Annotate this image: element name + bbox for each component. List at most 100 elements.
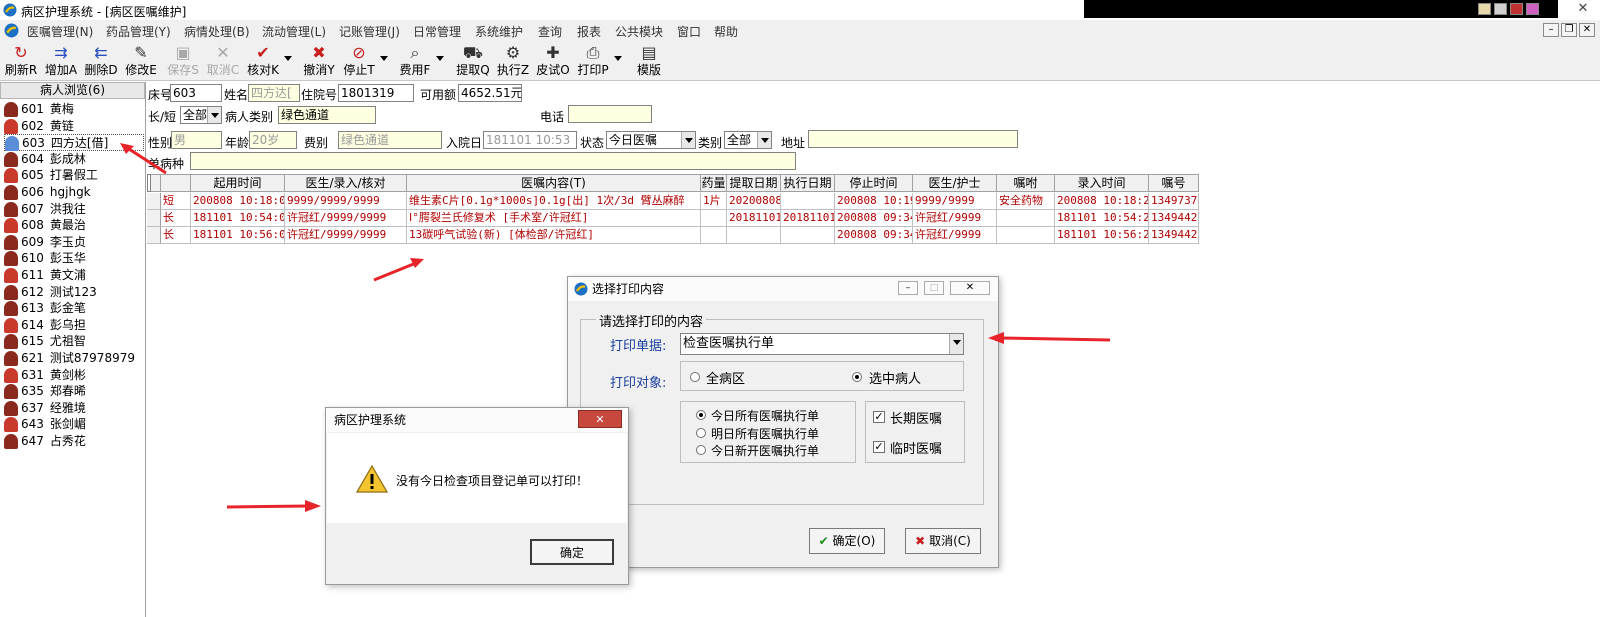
patient-item[interactable]: 601 黄梅 [4, 101, 144, 118]
target-all-radio[interactable] [690, 372, 700, 382]
order-cell[interactable]: 长 [161, 227, 191, 244]
mdi-close-icon[interactable]: ✕ [1579, 23, 1595, 37]
print-cancel-button[interactable]: ✖ 取消(C) [905, 528, 981, 554]
column-header[interactable]: 嘱号 [1149, 174, 1199, 192]
cancel-button[interactable]: ✕ 取消C [206, 43, 240, 79]
order-cell[interactable]: 长 [161, 210, 191, 227]
menu-daily[interactable]: 日常管理 [413, 23, 461, 40]
order-cell[interactable]: 许冠红/9999/9999 [285, 210, 407, 227]
order-cell[interactable]: 13494422 [1149, 227, 1199, 244]
order-cell[interactable]: 9999/9999/9999 [285, 193, 407, 210]
modify-button[interactable]: ✎ 修改E [124, 43, 158, 79]
patient-type-field[interactable]: 绿色通道 [278, 106, 376, 124]
check-button[interactable]: ✔ 核对K [246, 43, 292, 79]
column-header[interactable]: 执行日期 [781, 174, 835, 192]
patient-item[interactable]: 621 测试87978979 [4, 350, 144, 367]
order-cell[interactable] [701, 227, 727, 244]
column-header[interactable]: 医生/录入/核对 [285, 174, 407, 192]
order-cell[interactable]: 1片 [701, 193, 727, 210]
tomorrow-all-radio[interactable] [696, 428, 706, 438]
restore-icon[interactable]: ❐ [1561, 23, 1577, 37]
patient-item[interactable]: 606 hgjhgk [4, 184, 144, 201]
app-menu-icon[interactable] [4, 23, 19, 38]
age-field[interactable]: 20岁 [249, 131, 297, 149]
menu-condition[interactable]: 病情处理(B) [184, 23, 250, 40]
order-cell[interactable]: 200808 10:18:00 [191, 193, 285, 210]
column-header[interactable]: 提取日期 [727, 174, 781, 192]
close-icon[interactable]: ✕ [1570, 0, 1596, 18]
address-field[interactable] [808, 130, 1018, 148]
name-field[interactable]: 四方达[ [248, 84, 300, 102]
patient-item[interactable]: 643 张剑嵋 [4, 416, 144, 433]
menu-drugs[interactable]: 药品管理(Y) [106, 23, 171, 40]
temporary-checkbox[interactable]: ✓ [873, 441, 885, 453]
print-doc-select[interactable]: 检查医嘱执行单 [680, 333, 964, 355]
patient-item[interactable]: 635 郑春晞 [4, 383, 144, 400]
menu-query[interactable]: 查询 [538, 23, 562, 40]
tray-app-icon[interactable] [1510, 3, 1523, 15]
patient-item[interactable]: 612 测试123 [4, 284, 144, 301]
admission-no-field[interactable]: 1801319 [338, 84, 414, 102]
today-all-radio[interactable] [696, 410, 706, 420]
today-new-radio[interactable] [696, 445, 706, 455]
long-term-checkbox[interactable]: ✓ [873, 411, 885, 423]
admit-date-field[interactable]: 181101 10:53 [483, 131, 577, 149]
execute-button[interactable]: ⚙ 执行Z [496, 43, 530, 79]
tray-red-icon[interactable] [1494, 3, 1507, 15]
fee-dropdown-icon[interactable] [436, 56, 444, 61]
check-dropdown-icon[interactable] [284, 56, 292, 61]
order-cell[interactable] [727, 227, 781, 244]
order-cell[interactable] [781, 193, 835, 210]
refresh-button[interactable]: ↻ 刷新R [4, 43, 38, 79]
save-button[interactable]: ▣ 保存S [166, 43, 200, 79]
order-cell[interactable]: 181101 10:54:25 [1055, 210, 1149, 227]
print-dropdown-icon[interactable] [614, 56, 622, 61]
patient-item[interactable]: 607 洪我往 [4, 201, 144, 218]
column-header[interactable]: 起用时间 [191, 174, 285, 192]
order-cell[interactable]: 181101 10:56:20 [1055, 227, 1149, 244]
menu-public[interactable]: 公共模块 [615, 23, 663, 40]
column-header[interactable]: 医嘱内容(T) [407, 174, 701, 192]
column-header[interactable]: 停止时间 [835, 174, 913, 192]
patient-item[interactable]: 610 彭玉华 [4, 250, 144, 267]
order-cell[interactable]: 20200808 [727, 193, 781, 210]
patient-item[interactable]: 609 李玉贞 [4, 234, 144, 251]
category-select[interactable]: 全部 [724, 131, 772, 149]
order-cell[interactable]: 13497374 [1149, 193, 1199, 210]
order-cell[interactable]: 20181101 [781, 210, 835, 227]
column-header[interactable]: 医生/护士 [913, 174, 997, 192]
order-cell[interactable] [701, 210, 727, 227]
menu-window[interactable]: 窗口 [677, 23, 701, 40]
menu-report[interactable]: 报表 [577, 23, 601, 40]
menu-help[interactable]: 帮助 [714, 23, 738, 40]
order-cell[interactable]: 200808 10:19 [835, 193, 913, 210]
fetch-button[interactable]: ⛟ 提取Q [456, 43, 490, 79]
longshort-select[interactable]: 全部 [180, 106, 222, 124]
menu-billing[interactable]: 记账管理(J) [339, 23, 400, 40]
patient-item[interactable]: 608 黄最治 [4, 217, 144, 234]
column-header[interactable] [161, 174, 191, 192]
print-button[interactable]: ⎙ 打印P [576, 43, 622, 79]
patient-item[interactable]: 613 彭金笔 [4, 300, 144, 317]
add-button[interactable]: ⇉ 增加A [44, 43, 78, 79]
patient-item[interactable]: 614 彭乌担 [4, 317, 144, 334]
order-cell[interactable]: 13494420 [1149, 210, 1199, 227]
order-cell[interactable] [997, 210, 1055, 227]
order-cell[interactable] [997, 227, 1055, 244]
order-cell[interactable]: 许冠红/9999 [913, 227, 997, 244]
delete-button[interactable]: ⇇ 删除D [84, 43, 118, 79]
stop-dropdown-icon[interactable] [380, 56, 388, 61]
order-cell[interactable]: 许冠红/9999 [913, 210, 997, 227]
patient-item[interactable]: 615 尤祖智 [4, 333, 144, 350]
print-ok-button[interactable]: ✔ 确定(O) [809, 528, 885, 554]
column-header[interactable]: 药量 [701, 174, 727, 192]
status-select[interactable]: 今日医嘱 [606, 131, 696, 149]
skintest-button[interactable]: ✚ 皮试O [536, 43, 570, 79]
menu-system[interactable]: 系统维护 [475, 23, 523, 40]
order-cell[interactable]: Ⅰ°腭裂兰氏修复术 [手术室/许冠红] [407, 210, 701, 227]
menu-flow[interactable]: 流动管理(L) [262, 23, 326, 40]
row-indicator[interactable] [147, 193, 161, 210]
phone-field[interactable] [568, 105, 652, 123]
maximize-icon[interactable]: □ [924, 281, 944, 295]
revoke-button[interactable]: ✖ 撤消Y [302, 43, 336, 79]
